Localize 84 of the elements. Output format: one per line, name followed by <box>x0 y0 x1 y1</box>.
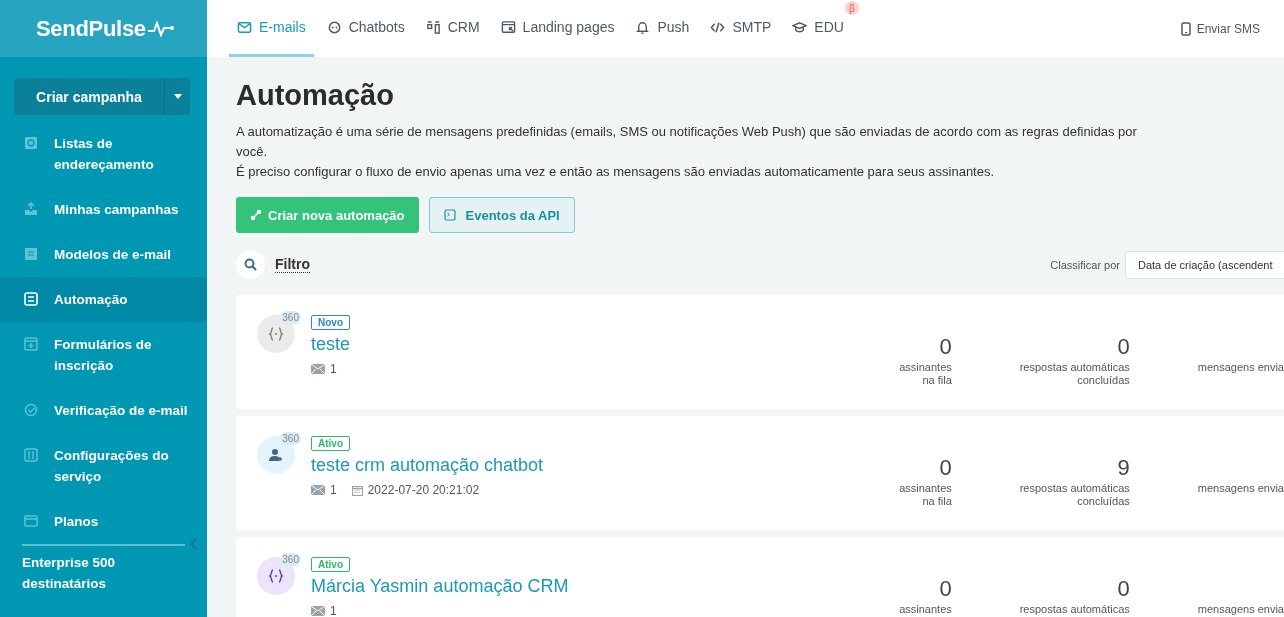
dropdown-button[interactable] <box>165 78 190 115</box>
logo: SendPulse <box>36 15 146 42</box>
nav-tab[interactable]: E-mails <box>229 0 314 57</box>
automation-name[interactable]: teste <box>311 334 351 355</box>
nav-tab[interactable]: SMTP <box>702 0 780 57</box>
chat-bubble-icon <box>326 19 342 35</box>
metric-label: assinantes <box>899 603 952 616</box>
count-badge: 360 <box>280 553 301 566</box>
envelope-icon <box>311 364 325 374</box>
email-count: 1 <box>330 483 337 497</box>
search-icon <box>244 258 257 271</box>
braces-icon <box>268 568 284 584</box>
filter-link[interactable]: Filtro <box>275 256 310 273</box>
envelope-icon <box>237 19 252 35</box>
sort-label: Classificar por <box>1050 258 1120 271</box>
status-badge: Ativo <box>311 436 350 451</box>
check-circle-icon <box>24 403 38 417</box>
metric-value: 9 <box>1117 456 1130 480</box>
metric-label: respostas automáticas concluídas <box>1019 361 1130 387</box>
collapse-icon[interactable] <box>189 538 197 550</box>
metric-value: 0 <box>1117 335 1130 359</box>
metric-label: respostas automáticas concluídas <box>1019 482 1130 508</box>
add-person-icon <box>268 447 284 463</box>
metric-value: 0 <box>1117 577 1130 601</box>
status-badge: Novo <box>311 315 350 330</box>
pulse-icon <box>146 20 175 37</box>
send-sms-link[interactable]: Enviar SMS <box>1180 0 1284 57</box>
nav-tab[interactable]: Landing pages <box>492 0 623 57</box>
api-events-button[interactable]: Eventos da API <box>428 197 575 233</box>
nav-tab[interactable]: CRM <box>417 0 488 57</box>
sidebar-item[interactable]: Formulários de inscrição <box>0 322 207 388</box>
created-date: 2022-07-20 20:21:02 <box>367 483 480 497</box>
metric-label: respostas automáticas <box>1019 603 1130 616</box>
metric-value: 0 <box>939 456 952 480</box>
bell-icon <box>635 19 651 35</box>
columns-icon <box>425 19 441 35</box>
sidebar-item[interactable]: Configurações do serviço <box>0 433 207 499</box>
search-button[interactable] <box>236 250 265 279</box>
calendar-icon <box>351 484 363 496</box>
caret-icon <box>173 94 182 99</box>
status-badge: Ativo <box>311 557 350 572</box>
browser-pointer-icon <box>500 19 516 35</box>
metric-label: assinantes na fila <box>899 482 952 508</box>
metric-value: 0 <box>939 335 952 359</box>
sliders-icon <box>24 448 38 462</box>
metric-label: assinantes na fila <box>899 361 952 387</box>
sidebar-item[interactable]: Listas de endereçamento <box>0 121 207 187</box>
terminal-icon <box>443 209 456 221</box>
template-icon <box>24 247 38 261</box>
plan-name: Enterprise 500 destinatários <box>22 554 117 593</box>
graduation-cap-icon <box>792 19 808 35</box>
nav-tab[interactable]: Chatbots <box>318 0 413 57</box>
nav-tab[interactable]: Push <box>627 0 698 57</box>
metric-label: mensagens envia <box>1197 361 1284 374</box>
sidebar-item[interactable]: Verificação de e-mail <box>0 388 207 433</box>
contact-card-icon <box>24 136 38 150</box>
phone-icon <box>1180 21 1191 36</box>
email-count: 1 <box>330 362 337 376</box>
description-text: A automatização é uma série de mensagens predefinidas (emails, SMS ou notificações Web Push) que são enviadas de acordo com as regras definidas por você. <box>236 123 1138 161</box>
envelope-icon <box>311 485 325 495</box>
metric-value: 0 <box>939 577 952 601</box>
create-automation-button[interactable]: Criar nova automação <box>236 197 419 233</box>
description-text: É preciso configurar o fluxo de envio apenas uma vez e então as mensagens são enviadas automaticamente para seus assinantes. <box>236 163 996 181</box>
create-campaign-button[interactable]: Criar campanha <box>14 78 165 115</box>
metric-label: mensagens envia <box>1197 603 1284 616</box>
automation-name[interactable]: Márcia Yasmin automação CRM <box>311 576 569 597</box>
upload-tray-icon <box>24 202 38 216</box>
sidebar-item[interactable]: Planos <box>0 499 207 544</box>
braces-icon <box>268 326 284 342</box>
sort-select[interactable]: Data de criação (ascendent <box>1125 250 1284 279</box>
form-plus-icon <box>24 337 38 351</box>
sidebar-item[interactable]: Modelos de e-mail <box>0 232 207 277</box>
automation-name[interactable]: teste crm automação chatbot <box>311 455 544 476</box>
sidebar-item[interactable]: Minhas campanhas <box>0 187 207 232</box>
metric-label: mensagens envia <box>1197 482 1284 495</box>
count-badge: 360 <box>280 311 301 324</box>
page-title: Automação <box>236 79 395 112</box>
beta-badge: β <box>844 1 859 15</box>
sidebar-item[interactable]: Automação <box>0 277 207 322</box>
nodes-icon <box>250 209 262 221</box>
email-count: 1 <box>330 604 337 617</box>
count-badge: 360 <box>280 432 301 445</box>
flow-icon <box>24 292 38 306</box>
window-icon <box>24 514 38 528</box>
